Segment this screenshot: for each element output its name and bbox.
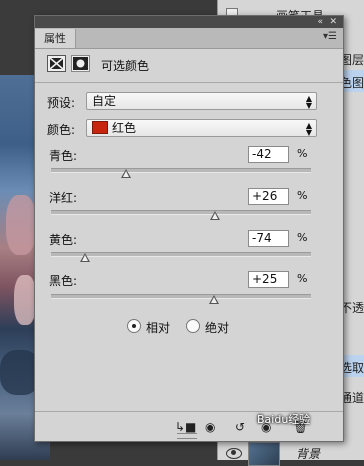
slider-thumb[interactable] [209, 211, 220, 220]
relative-label: 相对 [146, 321, 171, 335]
divider [35, 82, 343, 83]
slider-track[interactable] [51, 252, 311, 257]
slider-thumb[interactable] [208, 295, 219, 304]
slider-value-input[interactable]: -74 [248, 230, 289, 247]
percent-unit: % [297, 189, 308, 202]
tab-strip: 属性 ▾☰ [35, 28, 343, 49]
layer-thumbnail [248, 442, 280, 466]
resize-grip[interactable] [177, 433, 197, 439]
percent-unit: % [297, 147, 308, 160]
properties-panel: « ✕ 属性 ▾☰ 可选颜色 预设: 自定 ▲ ▼ 颜色: 红色 ▲ ▼ 青色: -… [34, 15, 344, 442]
slider-value-input[interactable]: -42 [248, 146, 289, 163]
slider-value-input[interactable]: +26 [248, 188, 289, 205]
reset-icon[interactable]: ↺ [235, 420, 245, 434]
panel-menu-icon[interactable]: ▾☰ [323, 31, 337, 42]
relative-radio[interactable] [127, 319, 141, 333]
slider-label: 黑色: [49, 274, 78, 288]
select-arrows-icon: ▲ ▼ [305, 121, 312, 137]
preset-label: 预设: [47, 96, 76, 110]
slider-value-input[interactable]: +25 [248, 271, 289, 288]
selective-color-icon[interactable] [47, 55, 66, 72]
color-swatch [92, 121, 108, 134]
slider-track[interactable] [51, 294, 311, 299]
slider-thumb[interactable] [121, 169, 132, 178]
absolute-radio[interactable] [186, 319, 200, 333]
slider-thumb[interactable] [79, 253, 90, 262]
eye-icon[interactable] [226, 448, 242, 459]
preset-select[interactable]: 自定 ▲ ▼ [86, 92, 317, 110]
watermark: Baidu经验 [257, 413, 311, 426]
percent-unit: % [297, 231, 308, 244]
view-previous-icon[interactable]: ◉ [205, 420, 215, 434]
slider-label: 黄色: [49, 233, 78, 247]
color-label: 颜色: [47, 123, 76, 137]
slider-label: 洋红: [49, 191, 78, 205]
percent-unit: % [297, 272, 308, 285]
clip-to-layer-icon[interactable]: ↳■ [175, 420, 196, 434]
layers-row-background[interactable]: 背景 [218, 442, 364, 466]
absolute-label: 绝对 [205, 321, 230, 335]
adjustment-title: 可选颜色 [101, 59, 150, 73]
preset-value: 自定 [92, 94, 117, 108]
panel-titlebar[interactable]: « ✕ [35, 16, 343, 28]
color-value: 红色 [112, 121, 137, 135]
collapse-icon[interactable]: « [317, 16, 323, 28]
tab-properties[interactable]: 属性 [35, 29, 76, 48]
slider-track[interactable] [51, 210, 311, 215]
slider-track[interactable] [51, 168, 311, 173]
slider-label: 青色: [49, 149, 78, 163]
select-arrows-icon: ▲ ▼ [305, 94, 312, 110]
color-select[interactable]: 红色 ▲ ▼ [86, 119, 317, 137]
close-icon[interactable]: ✕ [329, 16, 337, 28]
mask-icon[interactable] [71, 55, 90, 72]
layers-row-label: 背景 [296, 447, 321, 461]
